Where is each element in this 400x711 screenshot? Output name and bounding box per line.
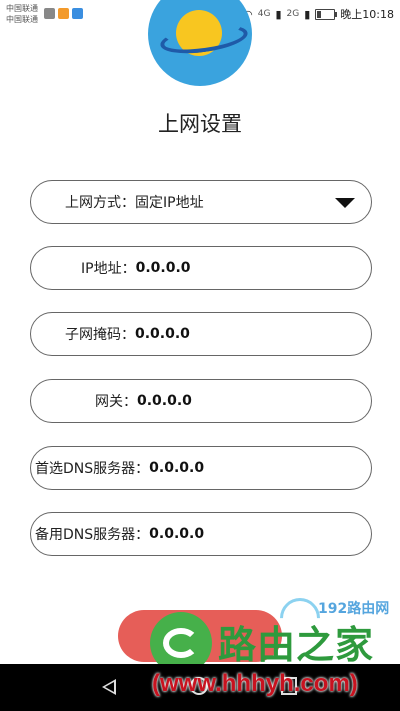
dropdown-arrow-icon[interactable]: [335, 198, 355, 208]
connection-mode-value: 固定IP地址: [135, 195, 204, 211]
signal-1: 4G: [257, 9, 271, 19]
primary-dns-field[interactable]: 首选DNS服务器： 0.0.0.0: [30, 446, 372, 490]
app-icon: [72, 8, 83, 19]
primary-dns-value[interactable]: 0.0.0.0: [149, 460, 204, 476]
page-title: 上网设置: [158, 112, 242, 136]
subnet-mask-value[interactable]: 0.0.0.0: [135, 326, 190, 342]
watermark-brand: 路由之家: [218, 622, 375, 667]
ip-address-field[interactable]: IP地址： 0.0.0.0: [30, 246, 372, 290]
back-icon[interactable]: [102, 679, 116, 695]
connection-mode-label: 上网方式：: [65, 195, 135, 211]
subnet-mask-field[interactable]: 子网掩码： 0.0.0.0: [30, 312, 372, 356]
signal-2: 2G: [286, 9, 300, 19]
battery-icon: [315, 8, 338, 20]
ip-address-value[interactable]: 0.0.0.0: [136, 260, 191, 276]
carrier-2: 中国联通: [6, 15, 38, 24]
primary-dns-label: 首选DNS服务器：: [35, 461, 150, 477]
clock: 晚上10:18: [340, 8, 394, 21]
gateway-value[interactable]: 0.0.0.0: [137, 393, 192, 409]
signal-bars-1-icon: ▮: [275, 7, 282, 21]
signal-bars-2-icon: ▮: [304, 7, 311, 21]
connection-mode-select[interactable]: 上网方式： 固定IP地址: [30, 180, 372, 224]
status-right: ✱ ◠ 4G ▮ 2G ▮ 晚上10:18: [229, 6, 394, 22]
notification-icons: [44, 8, 83, 19]
subnet-mask-label: 子网掩码：: [65, 327, 135, 343]
gateway-field[interactable]: 网关： 0.0.0.0: [30, 379, 372, 423]
carrier-info: 中国联通 中国联通: [6, 3, 38, 25]
gateway-label: 网关：: [95, 394, 137, 410]
camera-icon: [58, 8, 69, 19]
secondary-dns-label: 备用DNS服务器：: [35, 527, 150, 543]
carrier-1: 中国联通: [6, 4, 38, 13]
watermark-url: (www.hhhyh.com): [152, 670, 358, 697]
heart-icon: [44, 8, 55, 19]
secondary-dns-value[interactable]: 0.0.0.0: [149, 526, 204, 542]
secondary-dns-field[interactable]: 备用DNS服务器： 0.0.0.0: [30, 512, 372, 556]
app-logo: [148, 0, 252, 86]
ip-address-label: IP地址：: [81, 261, 136, 277]
